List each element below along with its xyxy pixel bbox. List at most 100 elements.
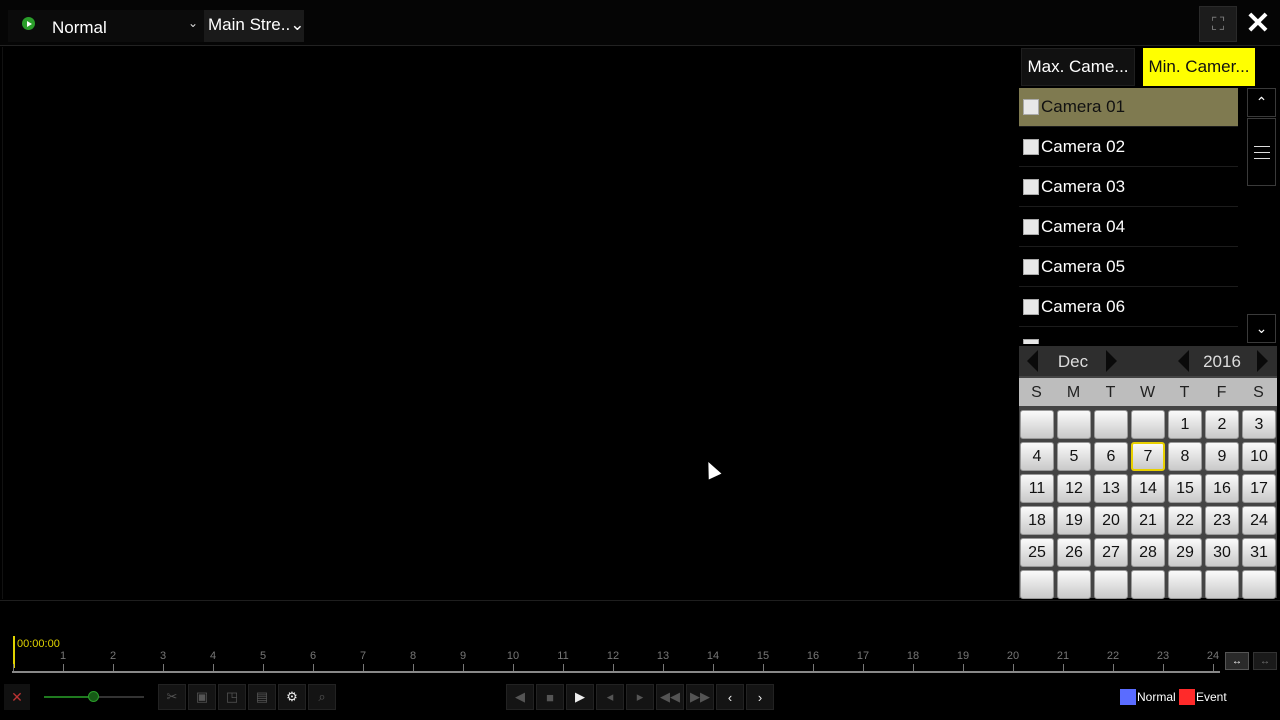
calendar-day[interactable]: 5 xyxy=(1057,442,1091,471)
skip-back-button[interactable]: ◂ xyxy=(596,684,624,710)
calendar-day[interactable]: 11 xyxy=(1020,474,1054,503)
stop-button[interactable]: ■ xyxy=(536,684,564,710)
timeline-tick xyxy=(1063,664,1064,671)
calendar-day[interactable]: 23 xyxy=(1205,506,1239,535)
skip-forward-button[interactable]: ▸ xyxy=(626,684,654,710)
camera-label: Camera 06 xyxy=(1041,297,1126,316)
camera-checkbox[interactable] xyxy=(1023,139,1039,155)
weekday-label: W xyxy=(1139,384,1156,401)
volume-knob[interactable] xyxy=(88,691,99,702)
camera-list-item[interactable]: Camera 02 xyxy=(1019,128,1238,167)
clip-button[interactable]: ✂ xyxy=(158,684,186,710)
timeline-hour-label: 9 xyxy=(459,650,467,662)
camera-checkbox[interactable] xyxy=(1023,99,1039,115)
settings-button[interactable]: ⚙ xyxy=(278,684,306,710)
calendar-day[interactable]: 17 xyxy=(1242,474,1276,503)
rewind-icon: ◀◀ xyxy=(660,689,680,704)
camera-list-item[interactable]: Camera 03 xyxy=(1019,168,1238,207)
calendar-day[interactable]: 15 xyxy=(1168,474,1202,503)
calendar-day[interactable]: 27 xyxy=(1094,538,1128,567)
timeline-hour-label: 10 xyxy=(506,650,520,662)
previous-day-button[interactable]: ‹ xyxy=(716,684,744,710)
scissors-icon: ✂ xyxy=(166,689,178,704)
scrollbar-thumb[interactable] xyxy=(1247,118,1276,186)
calendar-day[interactable]: 20 xyxy=(1094,506,1128,535)
mute-icon[interactable]: ✕ xyxy=(4,684,30,710)
calendar-day[interactable]: 28 xyxy=(1131,538,1165,567)
calendar-day[interactable]: 8 xyxy=(1168,442,1202,471)
camera-list-item[interactable]: Camera 06 xyxy=(1019,288,1238,327)
calendar-day[interactable]: 14 xyxy=(1131,474,1165,503)
camera-checkbox[interactable] xyxy=(1023,179,1039,195)
tag-list-button[interactable]: ▤ xyxy=(248,684,276,710)
calendar-day[interactable]: 19 xyxy=(1057,506,1091,535)
close-button[interactable]: ✕ xyxy=(1240,4,1276,42)
tab-min-camera[interactable]: Min. Camer... xyxy=(1143,48,1255,86)
add-tag-button[interactable]: ◳ xyxy=(218,684,246,710)
camera-label: Camera 03 xyxy=(1041,177,1126,196)
skip-back-icon: ◂ xyxy=(606,689,614,704)
prev-year-icon[interactable] xyxy=(1178,350,1189,372)
legend-event-swatch xyxy=(1179,689,1195,705)
fullscreen-button[interactable]: ⛶ xyxy=(1199,6,1237,42)
calendar-day[interactable]: 1 xyxy=(1168,410,1202,439)
prev-month-icon[interactable] xyxy=(1027,350,1038,372)
camera-list-item[interactable]: Camera 05 xyxy=(1019,248,1238,287)
camera-checkbox[interactable] xyxy=(1023,339,1039,344)
scroll-down-button[interactable]: ⌄ xyxy=(1247,314,1276,343)
legend-event-label: Event xyxy=(1196,690,1227,704)
camera-checkbox[interactable] xyxy=(1023,259,1039,275)
calendar-day[interactable]: 13 xyxy=(1094,474,1128,503)
next-year-icon[interactable] xyxy=(1257,350,1268,372)
scroll-up-button[interactable]: ⌃ xyxy=(1247,88,1276,117)
camera-list-item[interactable] xyxy=(1019,328,1238,344)
camera-checkbox[interactable] xyxy=(1023,299,1039,315)
next-month-icon[interactable] xyxy=(1106,350,1117,372)
timeline-tick xyxy=(813,664,814,671)
calendar-day[interactable]: 31 xyxy=(1242,538,1276,567)
smart-search-button[interactable]: ⌕ xyxy=(308,684,336,710)
fast-button[interactable]: ▶▶ xyxy=(686,684,714,710)
calendar-day[interactable]: 12 xyxy=(1057,474,1091,503)
chevron-down-icon[interactable]: ⌄ xyxy=(188,16,198,30)
timeline-zoom-in-button[interactable]: ↔ xyxy=(1225,652,1249,670)
timeline-ruler[interactable] xyxy=(12,665,1220,673)
calendar-day[interactable]: 2 xyxy=(1205,410,1239,439)
chevron-left-icon: ‹ xyxy=(727,689,733,705)
tab-max-camera[interactable]: Max. Came... xyxy=(1021,48,1135,86)
calendar-day[interactable]: 9 xyxy=(1205,442,1239,471)
camera-list-item[interactable]: Camera 01 xyxy=(1019,88,1238,127)
calendar-day[interactable]: 18 xyxy=(1020,506,1054,535)
expand-icon: ↔ xyxy=(1232,655,1242,667)
calendar-day[interactable]: 25 xyxy=(1020,538,1054,567)
calendar-day[interactable]: 30 xyxy=(1205,538,1239,567)
calendar-empty-cell xyxy=(1020,410,1054,439)
video-playback-area[interactable] xyxy=(2,47,1018,599)
camera-list-item[interactable]: Camera 04 xyxy=(1019,208,1238,247)
calendar-empty-cell xyxy=(1131,410,1165,439)
camera-checkbox[interactable] xyxy=(1023,219,1039,235)
play-button[interactable]: ▶ xyxy=(566,684,594,710)
timeline-tick xyxy=(163,664,164,671)
timeline-hour-label: 21 xyxy=(1056,650,1070,662)
timeline-zoom-out-button[interactable]: ↔ xyxy=(1253,652,1277,670)
calendar-day[interactable]: 16 xyxy=(1205,474,1239,503)
lock-file-button[interactable]: ▣ xyxy=(188,684,216,710)
calendar-day[interactable]: 22 xyxy=(1168,506,1202,535)
timeline-hour-label: 19 xyxy=(956,650,970,662)
calendar-day[interactable]: 24 xyxy=(1242,506,1276,535)
calendar-day[interactable]: 4 xyxy=(1020,442,1054,471)
calendar-day[interactable]: 29 xyxy=(1168,538,1202,567)
timeline-tick xyxy=(613,664,614,671)
calendar-day[interactable]: 6 xyxy=(1094,442,1128,471)
calendar-day[interactable]: 3 xyxy=(1242,410,1276,439)
calendar-day[interactable]: 21 xyxy=(1131,506,1165,535)
calendar-day[interactable]: 10 xyxy=(1242,442,1276,471)
next-day-button[interactable]: › xyxy=(746,684,774,710)
reverse-play-button[interactable]: ◀ xyxy=(506,684,534,710)
timeline-hour-label: 18 xyxy=(906,650,920,662)
slow-button[interactable]: ◀◀ xyxy=(656,684,684,710)
calendar-day[interactable]: 7 xyxy=(1131,442,1165,471)
calendar-day[interactable]: 26 xyxy=(1057,538,1091,567)
weekday-label: M xyxy=(1066,384,1081,401)
